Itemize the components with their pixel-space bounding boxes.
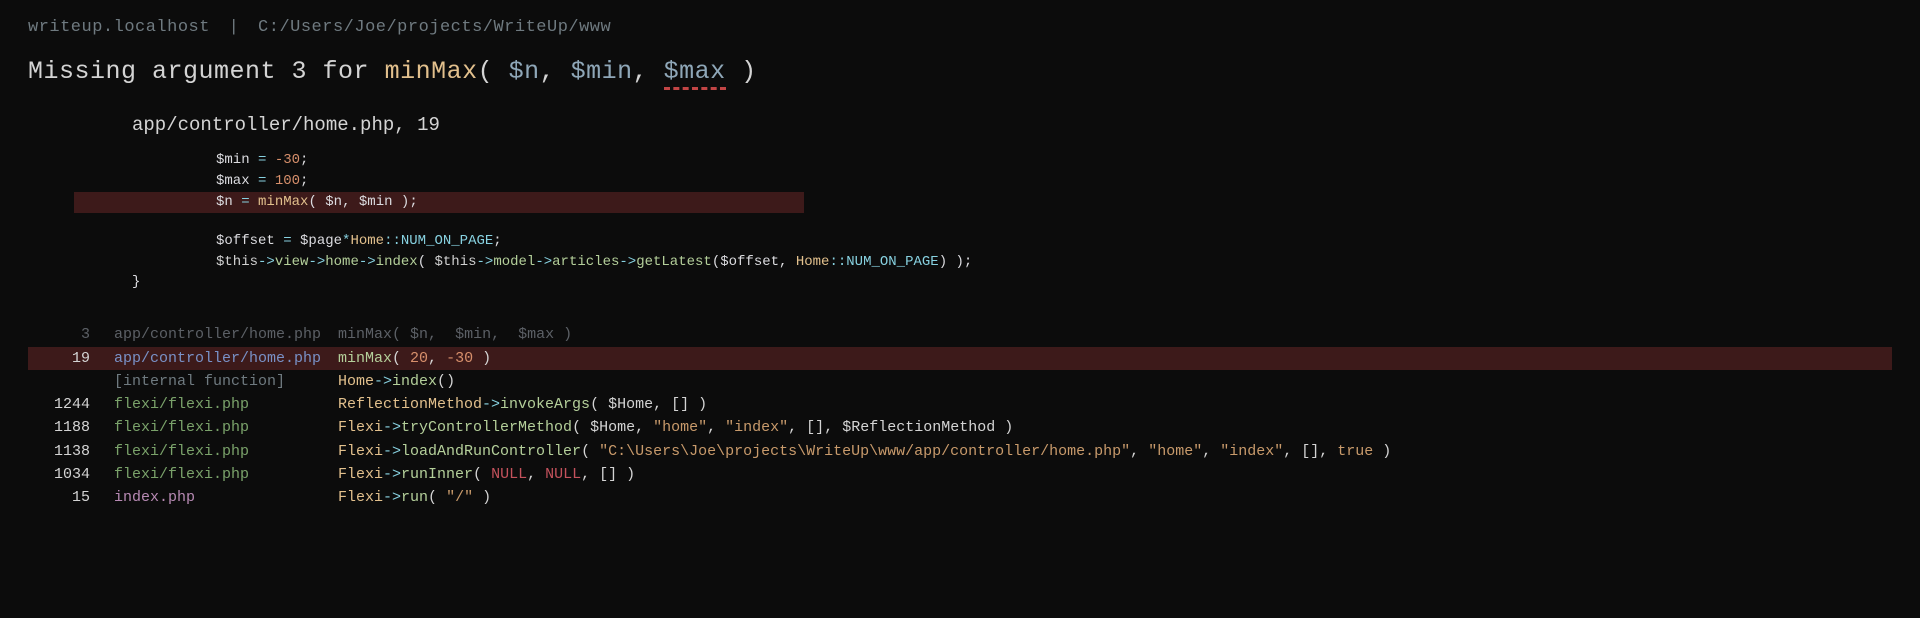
stack-lineno: 1138: [28, 440, 90, 463]
code-line-highlighted: $n = minMax( $n, $min );: [74, 192, 804, 213]
stack-trace: 3app/controller/home.phpminMax( $n, $min…: [28, 323, 1892, 509]
stack-lineno: 15: [28, 486, 90, 509]
code-line: }: [132, 272, 1892, 293]
stack-lineno: 1244: [28, 393, 90, 416]
argument: $min: [571, 57, 633, 86]
stack-call: Flexi->run( "/" ): [318, 486, 491, 509]
stack-call: Flexi->loadAndRunController( "C:\Users\J…: [318, 440, 1391, 463]
stack-row[interactable]: 1034flexi/flexi.phpFlexi->runInner( NULL…: [28, 463, 1892, 486]
stack-row[interactable]: 15index.phpFlexi->run( "/" ): [28, 486, 1892, 509]
stack-call: Home->index(): [318, 370, 455, 393]
code-line: [132, 213, 1892, 231]
stack-row[interactable]: [internal function]Home->index(): [28, 370, 1892, 393]
stack-call: ReflectionMethod->invokeArgs( $Home, [] …: [318, 393, 707, 416]
argument: $n: [509, 57, 540, 86]
stack-row[interactable]: 1138flexi/flexi.phpFlexi->loadAndRunCont…: [28, 440, 1892, 463]
stack-file: flexi/flexi.php: [90, 463, 318, 486]
code-line: $this->view->home->index( $this->model->…: [132, 252, 1892, 273]
stack-file: app/controller/home.php: [90, 323, 318, 346]
source-file-heading: app/controller/home.php, 19: [132, 114, 1892, 136]
source-file-path: app/controller/home.php: [132, 114, 394, 136]
code-line: $offset = $page*Home::NUM_ON_PAGE;: [132, 231, 1892, 252]
stack-call: Flexi->tryControllerMethod( $Home, "home…: [318, 416, 1013, 439]
code-snippet: $min = -30;$max = 100;$n = minMax( $n, $…: [132, 150, 1892, 293]
stack-row[interactable]: 1188flexi/flexi.phpFlexi->tryControllerM…: [28, 416, 1892, 439]
error-title: Missing argument 3 for minMax( $n, $min,…: [28, 57, 1892, 86]
stack-file: [internal function]: [90, 370, 318, 393]
breadcrumb-sep: |: [229, 18, 240, 37]
breadcrumb-host: writeup.localhost: [28, 18, 210, 37]
stack-lineno: 1188: [28, 416, 90, 439]
breadcrumb: writeup.localhost | C:/Users/Joe/project…: [28, 18, 1892, 37]
stack-row[interactable]: 1244flexi/flexi.phpReflectionMethod->inv…: [28, 393, 1892, 416]
stack-lineno: 3: [28, 323, 90, 346]
breadcrumb-path: C:/Users/Joe/projects/WriteUp/www: [258, 18, 611, 37]
stack-lineno: 1034: [28, 463, 90, 486]
code-line: $min = -30;: [132, 150, 1892, 171]
stack-row-selected[interactable]: 19app/controller/home.phpminMax( 20, -30…: [28, 347, 1892, 370]
stack-file: flexi/flexi.php: [90, 416, 318, 439]
stack-lineno: 19: [28, 347, 90, 370]
stack-call: minMax( 20, -30 ): [318, 347, 491, 370]
stack-row[interactable]: 3app/controller/home.phpminMax( $n, $min…: [28, 323, 1892, 346]
stack-file: app/controller/home.php: [90, 347, 318, 370]
stack-call: minMax( $n, $min, $max ): [318, 323, 572, 346]
source-line-number: 19: [417, 114, 440, 136]
missing-argument: $max: [664, 57, 726, 90]
stack-call: Flexi->runInner( NULL, NULL, [] ): [318, 463, 635, 486]
stack-file: flexi/flexi.php: [90, 440, 318, 463]
stack-file: flexi/flexi.php: [90, 393, 318, 416]
stack-file: index.php: [90, 486, 318, 509]
code-line: $max = 100;: [132, 171, 1892, 192]
